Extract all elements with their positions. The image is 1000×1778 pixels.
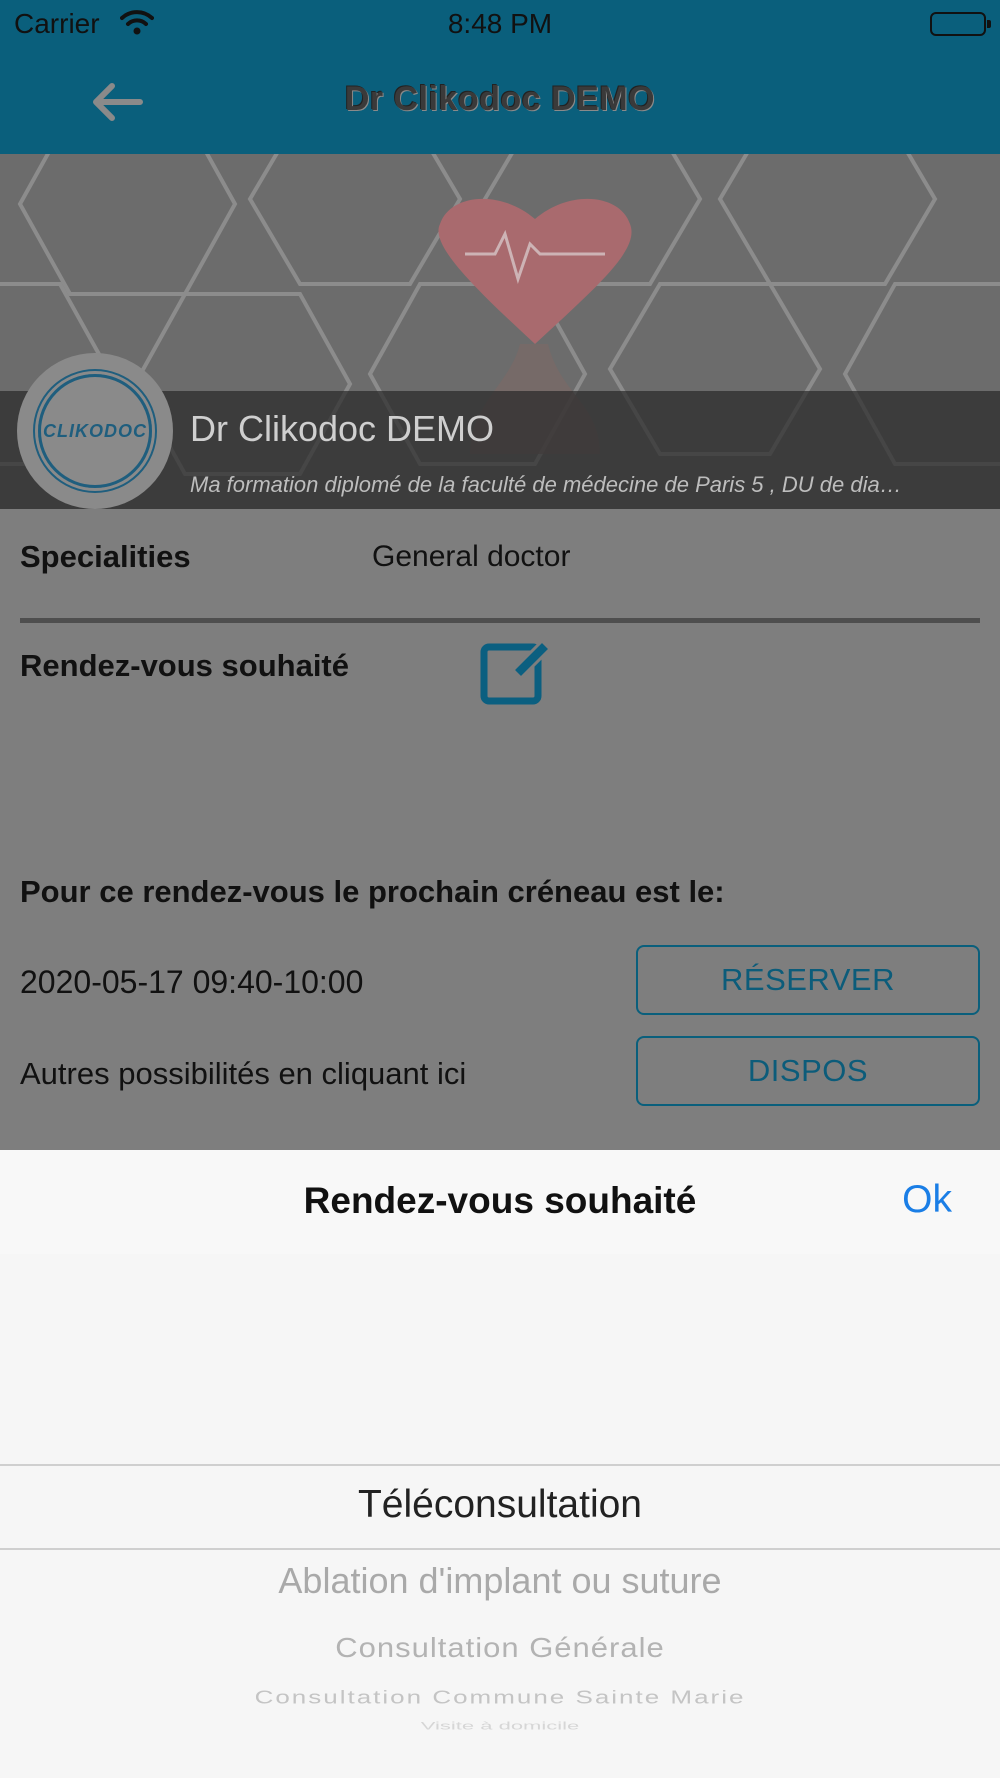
next-slot-label: Pour ce rendez-vous le prochain créneau … [20, 874, 725, 909]
clikodoc-logo: CLIKODOC [38, 374, 152, 488]
doctor-name: Dr Clikodoc DEMO [190, 408, 495, 449]
doctor-details: Specialities General doctor Rendez-vous … [0, 509, 1000, 1150]
picker-option-selected[interactable]: Téléconsultation [0, 1483, 1000, 1527]
appointment-type-label: Rendez-vous souhaité [20, 648, 349, 683]
edit-icon[interactable] [480, 633, 554, 707]
battery-full-icon [930, 12, 991, 36]
avatar: CLIKODOC [17, 353, 173, 509]
specialities-label: Specialities [20, 539, 191, 574]
divider [20, 618, 980, 623]
picker-selection-top-line [0, 1464, 1000, 1466]
status-bar: Carrier 8:48 PM [0, 0, 1000, 50]
appointment-type-picker[interactable]: Téléconsultation Ablation d'implant ou s… [0, 1150, 1000, 1778]
picker-option[interactable]: Consultation Commune Sainte Marie [0, 1687, 1000, 1709]
clock: 8:48 PM [447, 8, 553, 39]
page-title: Dr Clikodoc DEMO [344, 80, 656, 118]
navigation-bar: Dr Clikodoc DEMO [0, 50, 1000, 154]
next-slot-value: 2020-05-17 09:40-10:00 [20, 964, 364, 1000]
picker-option[interactable]: Visite à domicile [0, 1720, 1000, 1733]
picker-selection-bottom-line [0, 1548, 1000, 1550]
doctor-description: Ma formation diplomé de la faculté de mé… [190, 472, 902, 497]
specialities-value: General doctor [372, 540, 571, 573]
picker-option[interactable]: Ablation d'implant ou suture [0, 1560, 1000, 1602]
dispos-button[interactable]: DISPOS [636, 1036, 980, 1106]
picker-option[interactable]: Consultation Générale [0, 1632, 1000, 1664]
appointment-picker-sheet: Rendez-vous souhaité Ok Téléconsultation… [0, 1150, 1000, 1778]
other-options-label: Autres possibilités en cliquant ici [20, 1056, 467, 1091]
reserve-button[interactable]: RÉSERVER [636, 945, 980, 1015]
